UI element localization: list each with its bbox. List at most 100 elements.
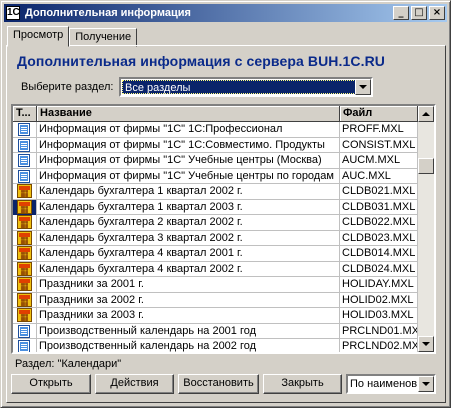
arrow-up-icon bbox=[422, 112, 430, 116]
sort-select-value: По наименов bbox=[350, 378, 418, 390]
row-name-cell: Календарь бухгалтера 3 квартал 2002 г. bbox=[37, 230, 340, 246]
row-name-cell: Информация от фирмы "1С" 1С:Совместимо. … bbox=[37, 137, 340, 153]
row-file-cell: CLDB023.MXL bbox=[340, 230, 418, 246]
chevron-down-icon bbox=[359, 85, 367, 89]
row-file-cell: AUCM.MXL bbox=[340, 153, 418, 168]
table-row[interactable]: Календарь бухгалтера 1 квартал 2003 г.CL… bbox=[13, 199, 418, 215]
section-select-value: Все разделы bbox=[122, 80, 356, 94]
row-type-cell bbox=[13, 292, 37, 308]
status-text: Раздел: "Календари" bbox=[15, 358, 122, 370]
row-type-cell bbox=[13, 122, 37, 137]
maximize-button[interactable]: □ bbox=[411, 6, 427, 20]
close-button[interactable]: Закрыть bbox=[263, 374, 342, 394]
table-row[interactable]: Праздники за 2002 г.HOLID02.MXL bbox=[13, 292, 418, 308]
row-type-cell bbox=[13, 323, 37, 339]
sort-select[interactable]: По наименов bbox=[346, 374, 436, 394]
row-type-cell bbox=[13, 153, 37, 168]
app-icon: 1C bbox=[6, 6, 20, 20]
calendar-icon bbox=[17, 246, 32, 260]
document-icon bbox=[18, 123, 30, 136]
row-name-cell: Праздники за 2001 г. bbox=[37, 277, 340, 292]
calendar-icon bbox=[17, 261, 32, 276]
row-file-cell: CLDB024.MXL bbox=[340, 261, 418, 277]
table-row[interactable]: Календарь бухгалтера 2 квартал 2002 г.CL… bbox=[13, 215, 418, 231]
row-file-cell: PRCLND01.MX bbox=[342, 323, 418, 339]
window-controls: _ □ × bbox=[391, 6, 445, 20]
table-row[interactable]: Календарь бухгалтера 1 квартал 2002 г.CL… bbox=[13, 184, 418, 200]
row-file-cell: HOLID03.MXL bbox=[340, 308, 418, 323]
table-row[interactable]: Информация от фирмы "1С" Учебные центры … bbox=[13, 168, 418, 184]
table-row[interactable]: Праздники за 2003 г.HOLID03.MXL bbox=[13, 308, 418, 324]
row-type-cell bbox=[13, 277, 37, 292]
column-header-type[interactable]: Т... bbox=[13, 106, 37, 122]
row-type-cell bbox=[13, 137, 37, 153]
table-row[interactable]: Производственный календарь на 2001 год PR… bbox=[13, 323, 418, 339]
title-bar[interactable]: 1C Дополнительная информация _ □ × bbox=[4, 4, 447, 22]
close-window-button[interactable]: × bbox=[429, 6, 445, 20]
calendar-icon bbox=[17, 277, 32, 291]
chevron-down-icon bbox=[422, 382, 430, 386]
calendar-icon bbox=[17, 308, 32, 322]
row-file-cell: HOLIDAY.MXL bbox=[340, 277, 418, 292]
column-header-name[interactable]: Название bbox=[37, 106, 340, 122]
table-row[interactable]: Календарь бухгалтера 4 квартал 2002 г.CL… bbox=[13, 261, 418, 277]
calendar-icon bbox=[17, 199, 32, 214]
open-button[interactable]: Открыть bbox=[11, 374, 91, 394]
row-file-cell: CLDB021.MXL bbox=[340, 184, 418, 199]
row-type-cell bbox=[13, 215, 37, 230]
scroll-thumb[interactable] bbox=[418, 158, 434, 174]
files-table[interactable]: Т... Название Файл Информация от фирмы "… bbox=[11, 104, 436, 354]
row-type-cell bbox=[13, 230, 37, 246]
document-icon bbox=[18, 138, 30, 152]
scroll-up-button[interactable] bbox=[418, 106, 434, 122]
section-dropdown-button[interactable] bbox=[355, 79, 371, 95]
row-name-cell: Информация от фирмы "1С" 1С:Профессионал bbox=[37, 122, 340, 137]
row-type-cell bbox=[13, 339, 37, 352]
table-row[interactable]: Праздники за 2001 г.HOLIDAY.MXL bbox=[13, 277, 418, 293]
document-icon bbox=[18, 324, 30, 338]
table-row[interactable]: Информация от фирмы "1С" 1С:Профессионал… bbox=[13, 122, 418, 138]
row-name-cell: Праздники за 2002 г. bbox=[37, 292, 340, 308]
column-header-file[interactable]: Файл bbox=[340, 106, 418, 122]
row-name-cell: Календарь бухгалтера 4 квартал 2001 г. bbox=[37, 246, 340, 261]
row-file-cell: CLDB031.MXL bbox=[340, 199, 418, 215]
row-type-cell bbox=[13, 184, 37, 199]
tab-view[interactable]: Просмотр bbox=[7, 26, 70, 47]
row-file-cell: CLDB022.MXL bbox=[340, 215, 418, 230]
row-file-cell: CLDB014.MXL bbox=[340, 246, 418, 261]
actions-button[interactable]: Действия bbox=[95, 374, 174, 394]
row-type-cell bbox=[13, 261, 37, 277]
sort-dropdown-button[interactable] bbox=[418, 376, 434, 392]
section-label: Выберите раздел: bbox=[21, 81, 114, 93]
row-name-cell: Производственный календарь на 2002 год bbox=[37, 339, 340, 352]
arrow-down-icon bbox=[422, 342, 430, 346]
row-file-cell: CONSIST.MXL bbox=[340, 137, 418, 153]
row-type-cell bbox=[13, 199, 37, 215]
table-row[interactable]: Производственный календарь на 2002 год PR… bbox=[13, 339, 418, 352]
row-file-cell: PRCLND02.MX bbox=[342, 339, 418, 352]
calendar-icon bbox=[17, 230, 32, 245]
calendar-icon bbox=[17, 184, 32, 198]
row-type-cell bbox=[13, 308, 37, 323]
section-select[interactable]: Все разделы bbox=[119, 77, 373, 97]
calendar-icon bbox=[17, 215, 32, 229]
table-row[interactable]: Календарь бухгалтера 3 квартал 2002 г.CL… bbox=[13, 230, 418, 246]
row-name-cell: Календарь бухгалтера 4 квартал 2002 г. bbox=[37, 261, 340, 277]
table-row[interactable]: Информация от фирмы "1С" Учебные центры … bbox=[13, 153, 418, 169]
row-file-cell: HOLID02.MXL bbox=[340, 292, 418, 308]
row-name-cell: Информация от фирмы "1С" Учебные центры … bbox=[37, 168, 340, 184]
window-title: Дополнительная информация bbox=[25, 7, 191, 19]
table-row[interactable]: Календарь бухгалтера 4 квартал 2001 г.CL… bbox=[13, 246, 418, 262]
row-file-cell: PROFF.MXL bbox=[340, 122, 418, 137]
restore-button[interactable]: Восстановить bbox=[178, 374, 259, 394]
row-type-cell bbox=[13, 246, 37, 261]
minimize-button[interactable]: _ bbox=[393, 6, 409, 20]
row-type-cell bbox=[13, 168, 37, 184]
calendar-icon bbox=[17, 292, 32, 307]
vertical-scrollbar[interactable] bbox=[418, 106, 434, 352]
document-icon bbox=[18, 154, 30, 167]
table-row[interactable]: Информация от фирмы "1С" 1С:Совместимо. … bbox=[13, 137, 418, 153]
row-file-cell: AUC.MXL bbox=[340, 168, 418, 184]
row-name-cell: Производственный календарь на 2001 год bbox=[37, 323, 340, 339]
scroll-down-button[interactable] bbox=[418, 336, 434, 352]
